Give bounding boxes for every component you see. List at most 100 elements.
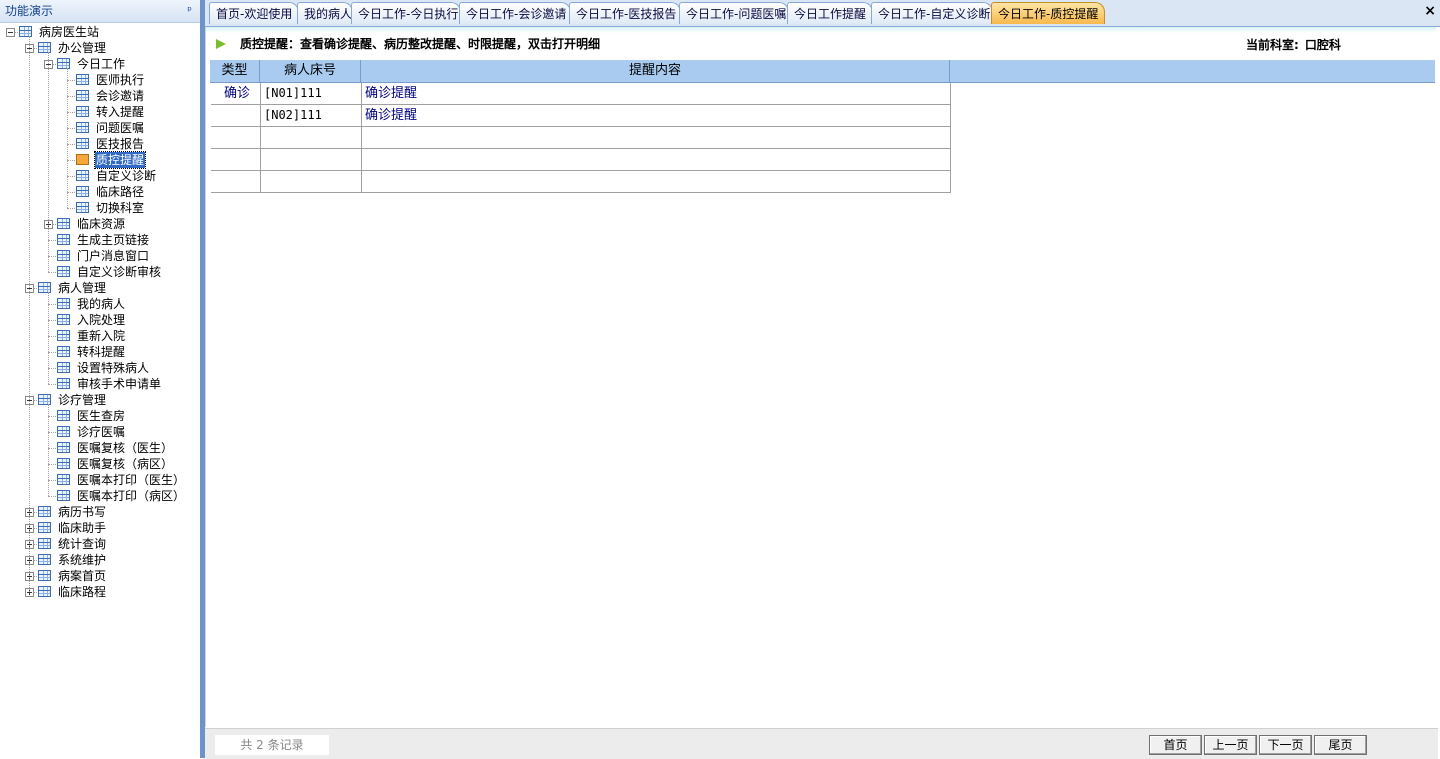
table-icon bbox=[38, 570, 51, 581]
tab-2[interactable]: 今日工作-今日执行 bbox=[351, 2, 461, 24]
tree-item[interactable]: 病人管理 bbox=[0, 280, 200, 296]
table-row[interactable] bbox=[211, 127, 951, 149]
tree-item[interactable]: 转入提醒 bbox=[0, 104, 200, 120]
tree-item[interactable]: 设置特殊病人 bbox=[0, 360, 200, 376]
header-type[interactable]: 类型 bbox=[210, 60, 260, 82]
tree-item[interactable]: 转科提醒 bbox=[0, 344, 200, 360]
table-row[interactable] bbox=[211, 171, 951, 193]
tree-item[interactable]: 系统维护 bbox=[0, 552, 200, 568]
table-icon bbox=[57, 58, 70, 69]
table-icon bbox=[57, 410, 70, 421]
tree-item[interactable]: 医嘱本打印（病区） bbox=[0, 488, 200, 504]
header-bed[interactable]: 病人床号 bbox=[260, 60, 361, 82]
tree-item[interactable]: 病案首页 bbox=[0, 568, 200, 584]
table-header: 类型 病人床号 提醒内容 bbox=[210, 60, 1435, 83]
tree-item[interactable]: 临床助手 bbox=[0, 520, 200, 536]
tab-1[interactable]: 我的病人 bbox=[297, 2, 353, 24]
tree-guide bbox=[48, 52, 49, 272]
play-arrow-icon bbox=[216, 39, 226, 49]
table-row[interactable]: 确诊 [N01]111 确诊提醒 bbox=[211, 83, 951, 105]
tree-item-label: 质控提醒 bbox=[93, 151, 147, 169]
tree-item[interactable]: 今日工作 bbox=[0, 56, 200, 72]
prev-page-button[interactable]: 上一页 bbox=[1204, 735, 1257, 755]
tree-item[interactable]: 质控提醒 bbox=[0, 151, 200, 169]
tab-4[interactable]: 今日工作-医技报告 bbox=[569, 2, 681, 24]
tab-0[interactable]: 首页-欢迎使用 bbox=[209, 2, 299, 24]
bed-cell bbox=[261, 149, 362, 170]
tree-item[interactable]: 门户消息窗口 bbox=[0, 248, 200, 264]
next-page-button[interactable]: 下一页 bbox=[1259, 735, 1312, 755]
tree-item[interactable]: 诊疗医嘱 bbox=[0, 424, 200, 440]
tree-item[interactable]: 医嘱本打印（医生） bbox=[0, 472, 200, 488]
tree-item[interactable]: 会诊邀请 bbox=[0, 88, 200, 104]
table-row[interactable]: [N02]111 确诊提醒 bbox=[211, 105, 951, 127]
tree-item[interactable]: 医师执行 bbox=[0, 72, 200, 88]
tree-item[interactable]: 病历书写 bbox=[0, 504, 200, 520]
table-icon bbox=[38, 538, 51, 549]
tree-item-label: 门户消息窗口 bbox=[77, 249, 150, 263]
last-page-button[interactable]: 尾页 bbox=[1314, 735, 1367, 755]
content-cell bbox=[362, 171, 951, 192]
table-icon bbox=[57, 474, 70, 485]
tree-item[interactable]: 我的病人 bbox=[0, 296, 200, 312]
notice-text: 质控提醒：查看确诊提醒、病历整改提醒、时限提醒，双击打开明细 bbox=[240, 37, 601, 51]
table-icon bbox=[76, 90, 89, 101]
tree-item[interactable]: 医技报告 bbox=[0, 136, 200, 152]
tree-item[interactable]: 办公管理 bbox=[0, 40, 200, 56]
dept-value: 口腔科 bbox=[1304, 38, 1341, 52]
table-row[interactable] bbox=[211, 149, 951, 171]
tree-item[interactable]: 医生查房 bbox=[0, 408, 200, 424]
tree-item-label: 诊疗管理 bbox=[58, 393, 107, 407]
tree-item-label: 会诊邀请 bbox=[96, 89, 145, 103]
tree-item-label: 自定义诊断 bbox=[96, 169, 157, 183]
tree-item[interactable]: 医嘱复核（病区） bbox=[0, 456, 200, 472]
tree-item-label: 医嘱复核（病区） bbox=[77, 457, 174, 471]
tree-item-label: 医师执行 bbox=[96, 73, 145, 87]
tree-item[interactable]: 病房医生站 bbox=[0, 24, 200, 40]
tree-item-label: 临床路径 bbox=[96, 185, 145, 199]
tree-item-label: 统计查询 bbox=[58, 537, 107, 551]
tab-3[interactable]: 今日工作-会诊邀请 bbox=[459, 2, 571, 24]
function-panel: 功能演示 ᵖ 病房医生站 办公管理 今日工作 医师执行 会诊邀请 转入提醒 问题医嘱 医技报告… bbox=[0, 0, 200, 758]
header-content[interactable]: 提醒内容 bbox=[361, 60, 950, 82]
table-icon bbox=[38, 282, 51, 293]
tab-8[interactable]: 今日工作-质控提醒 bbox=[991, 2, 1105, 24]
tab-7[interactable]: 今日工作-自定义诊断 bbox=[871, 2, 993, 24]
tree-item[interactable]: 临床路径 bbox=[0, 184, 200, 200]
tree-item[interactable]: 临床路程 bbox=[0, 584, 200, 600]
table-icon bbox=[38, 42, 51, 53]
close-tab-icon[interactable]: × bbox=[1424, 3, 1436, 19]
tab-5[interactable]: 今日工作-问题医嘱 bbox=[679, 2, 789, 24]
tree-item[interactable]: 自定义诊断 bbox=[0, 168, 200, 184]
tree-item-label: 医技报告 bbox=[96, 137, 145, 151]
tree-item[interactable]: 诊疗管理 bbox=[0, 392, 200, 408]
tree-item[interactable]: 问题医嘱 bbox=[0, 120, 200, 136]
bed-cell bbox=[261, 171, 362, 192]
tree-item-label: 病案首页 bbox=[58, 569, 107, 583]
tree-item[interactable]: 临床资源 bbox=[0, 216, 200, 232]
tree-item[interactable]: 审核手术申请单 bbox=[0, 376, 200, 392]
tree-item[interactable]: 入院处理 bbox=[0, 312, 200, 328]
type-cell bbox=[211, 149, 261, 170]
tree-item[interactable]: 自定义诊断审核 bbox=[0, 264, 200, 280]
pin-icon[interactable]: ᵖ bbox=[187, 0, 192, 22]
tree-item-label: 医生查房 bbox=[77, 409, 126, 423]
record-count: 共 2 条记录 bbox=[215, 735, 329, 755]
first-page-button[interactable]: 首页 bbox=[1149, 735, 1202, 755]
quality-reminder-panel: 质控提醒：查看确诊提醒、病历整改提醒、时限提醒，双击打开明细 当前科室: 口腔科 … bbox=[205, 27, 1439, 727]
tree-item[interactable]: 统计查询 bbox=[0, 536, 200, 552]
tree-item-label: 转入提醒 bbox=[96, 105, 145, 119]
tree-item-label: 我的病人 bbox=[77, 297, 126, 311]
tree-item[interactable]: 生成主页链接 bbox=[0, 232, 200, 248]
table-icon bbox=[76, 170, 89, 181]
bed-cell bbox=[261, 127, 362, 148]
tree-item[interactable]: 重新入院 bbox=[0, 328, 200, 344]
table-icon bbox=[57, 234, 70, 245]
tree-item-label: 办公管理 bbox=[58, 41, 107, 55]
collapse-icon[interactable] bbox=[6, 28, 15, 37]
tab-6[interactable]: 今日工作提醒 bbox=[787, 2, 873, 24]
table-icon bbox=[57, 458, 70, 469]
tree-guide bbox=[48, 292, 49, 384]
tree-item[interactable]: 切换科室 bbox=[0, 200, 200, 216]
tree-item[interactable]: 医嘱复核（医生） bbox=[0, 440, 200, 456]
